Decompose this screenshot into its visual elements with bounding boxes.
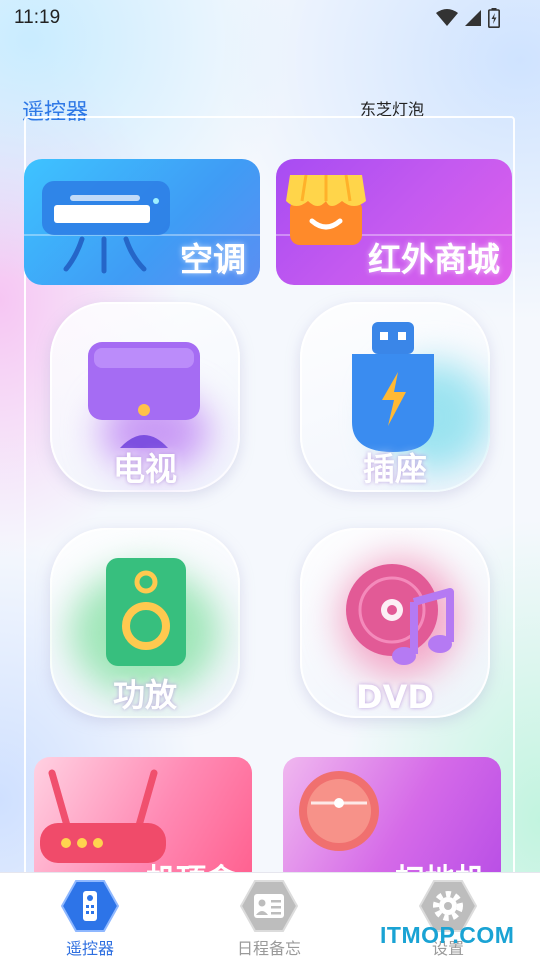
watermark: ITMOP.COM xyxy=(380,922,515,948)
tab-label: 遥控器 xyxy=(65,939,114,958)
tv-icon xyxy=(88,342,200,448)
tv-card[interactable]: 电视 xyxy=(50,302,240,492)
shop-icon xyxy=(286,174,366,245)
status-time: 11:19 xyxy=(14,7,61,28)
amplifier-card[interactable]: 功放 xyxy=(50,528,240,718)
air-conditioner-card[interactable]: 空调 xyxy=(24,159,260,285)
dvd-card[interactable]: DVD xyxy=(300,528,490,718)
speaker-icon xyxy=(106,558,186,666)
tv-label: 电视 xyxy=(112,450,177,488)
music-disc-icon xyxy=(346,564,454,665)
signal-icon xyxy=(465,10,481,26)
robot-vacuum-card[interactable]: 扫地机 xyxy=(283,757,501,887)
router-icon xyxy=(40,769,166,863)
ir-mall-label: 红外商城 xyxy=(368,240,500,279)
socket-card[interactable]: 插座 xyxy=(300,302,490,492)
usb-plug-icon xyxy=(352,322,434,452)
tab-schedule[interactable]: 日程备忘 xyxy=(209,879,329,959)
battery-icon xyxy=(488,8,500,28)
tab-label: 日程备忘 xyxy=(236,939,301,958)
wifi-icon xyxy=(436,9,458,26)
set-top-box-card[interactable]: 机顶盒 xyxy=(34,757,252,887)
socket-label: 插座 xyxy=(362,450,427,488)
robot-vacuum-icon xyxy=(299,771,379,851)
status-icons xyxy=(436,8,500,28)
status-bar: 11:19 xyxy=(0,0,540,36)
ir-mall-card[interactable]: 红外商城 xyxy=(276,159,512,285)
air-conditioner-icon xyxy=(42,181,170,274)
remote-icon xyxy=(60,879,120,933)
tab-remote[interactable]: 遥控器 xyxy=(30,879,150,959)
dvd-label: DVD xyxy=(356,678,434,716)
schedule-icon xyxy=(239,879,299,933)
amplifier-label: 功放 xyxy=(112,676,177,714)
air-conditioner-label: 空调 xyxy=(180,240,246,279)
